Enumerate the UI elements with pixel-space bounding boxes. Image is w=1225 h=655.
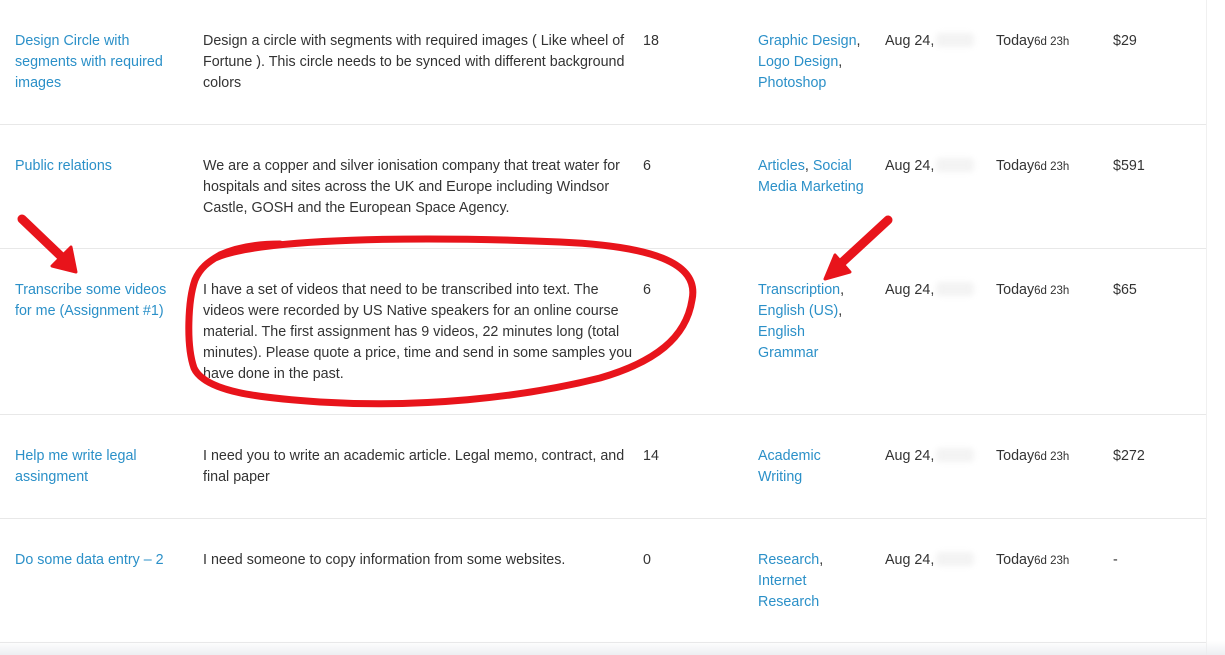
bid-count: 6: [643, 282, 651, 298]
posted-date: Aug 24,: [885, 31, 985, 52]
bid-count: 6: [643, 158, 651, 174]
skill-link[interactable]: Graphic Design: [758, 33, 857, 49]
bottom-fade: [0, 641, 1225, 655]
job-description: I have a set of videos that need to be t…: [203, 282, 633, 382]
redacted-year: [936, 552, 975, 566]
job-description: We are a copper and silver ionisation co…: [203, 158, 620, 216]
skills-list: Academic Writing: [758, 446, 873, 488]
redacted-year: [936, 448, 975, 462]
budget: $591: [1113, 158, 1145, 174]
posted-date: Aug 24,: [885, 156, 985, 177]
job-listings-table: Design Circle with segments with require…: [0, 0, 1207, 643]
table-row: Public relations We are a copper and sil…: [0, 125, 1207, 249]
bid-count: 14: [643, 448, 659, 464]
ends-in: Today6d 23h: [996, 552, 1070, 568]
skills-list: Research, Internet Research: [758, 550, 873, 613]
table-row: Help me write legal assingment I need yo…: [0, 415, 1207, 519]
posted-date: Aug 24,: [885, 550, 985, 571]
scrollbar-track[interactable]: [1206, 0, 1225, 655]
job-title-link[interactable]: Do some data entry – 2: [15, 550, 185, 571]
redacted-year: [936, 158, 975, 172]
ends-in: Today6d 23h: [996, 448, 1070, 464]
skill-link[interactable]: Photoshop: [758, 75, 826, 91]
skills-list: Transcription, English (US), English Gra…: [758, 280, 873, 364]
skill-link[interactable]: Logo Design: [758, 54, 838, 70]
posted-date: Aug 24,: [885, 280, 985, 301]
bid-count: 0: [643, 552, 651, 568]
skills-list: Articles, Social Media Marketing: [758, 158, 864, 195]
job-description: I need someone to copy information from …: [203, 552, 566, 568]
ends-in: Today6d 23h: [996, 33, 1070, 49]
job-description: Design a circle with segments with requi…: [203, 33, 625, 91]
budget: $65: [1113, 282, 1137, 298]
skill-link[interactable]: Research: [758, 552, 819, 568]
job-description: I need you to write an academic article.…: [203, 448, 625, 485]
redacted-year: [936, 33, 975, 47]
job-title-link[interactable]: Transcribe some videos for me (Assignmen…: [15, 280, 185, 322]
posted-date: Aug 24,: [885, 446, 985, 467]
skill-link[interactable]: Academic Writing: [758, 446, 833, 488]
budget: -: [1113, 552, 1118, 568]
skill-link[interactable]: English (US): [758, 303, 838, 319]
skill-link[interactable]: Transcription: [758, 282, 840, 298]
job-title-link[interactable]: Design Circle with segments with require…: [15, 31, 185, 94]
skills-list: Graphic Design, Logo Design, Photoshop: [758, 33, 861, 91]
redacted-year: [936, 282, 975, 296]
budget: $272: [1113, 448, 1145, 464]
job-title-link[interactable]: Help me write legal assingment: [15, 446, 185, 488]
job-title-link[interactable]: Public relations: [15, 156, 185, 177]
skill-link[interactable]: English Grammar: [758, 322, 828, 364]
table-row: Transcribe some videos for me (Assignmen…: [0, 249, 1207, 415]
budget: $29: [1113, 33, 1137, 49]
skill-link[interactable]: Articles: [758, 158, 805, 174]
table-row: Do some data entry – 2 I need someone to…: [0, 519, 1207, 643]
ends-in: Today6d 23h: [996, 282, 1070, 298]
skill-link[interactable]: Internet Research: [758, 571, 828, 613]
ends-in: Today6d 23h: [996, 158, 1070, 174]
bid-count: 18: [643, 33, 659, 49]
table-row: Design Circle with segments with require…: [0, 0, 1207, 125]
